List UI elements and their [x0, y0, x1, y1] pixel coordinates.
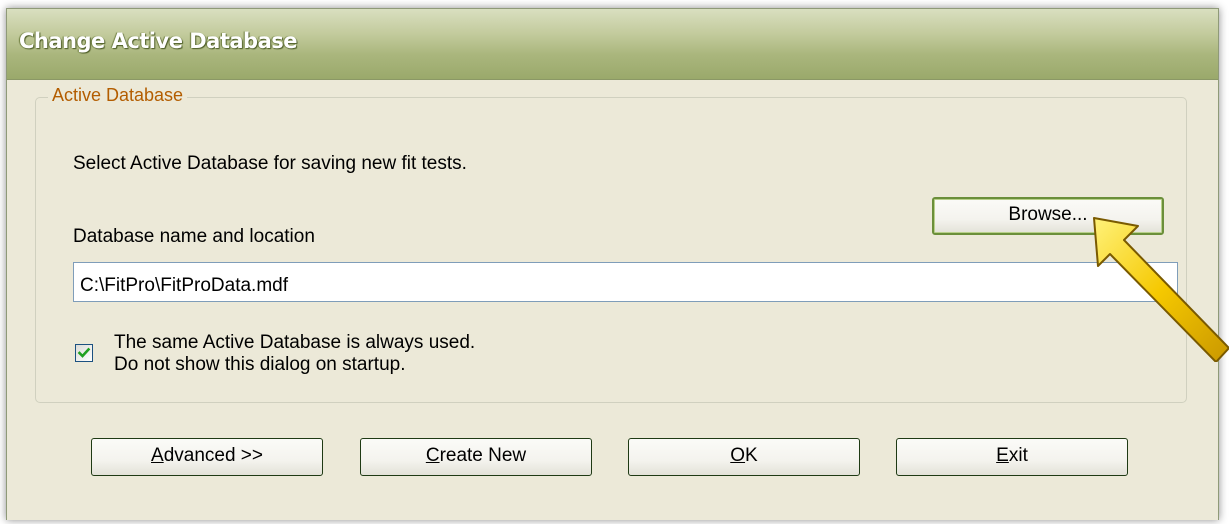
database-location-label: Database name and location	[73, 226, 315, 247]
create-new-mnemonic: C	[425, 445, 440, 466]
exit-label-rest: xit	[1008, 445, 1028, 466]
create-new-button[interactable]: Create New	[360, 438, 592, 476]
ok-mnemonic: O	[730, 445, 746, 466]
checkmark-icon	[77, 347, 91, 358]
checkbox-label-line2: Do not show this dialog on startup.	[114, 354, 406, 375]
create-new-label-rest: reate New	[439, 445, 527, 466]
advanced-button[interactable]: Advanced >>	[91, 438, 323, 476]
exit-button[interactable]: Exit	[896, 438, 1128, 476]
ok-label-rest: K	[745, 445, 758, 466]
dialog-title: Change Active Database	[19, 29, 298, 53]
ok-button[interactable]: OK	[628, 438, 860, 476]
advanced-mnemonic: A	[151, 445, 164, 466]
title-bar[interactable]: Change Active Database	[7, 9, 1218, 80]
browse-button[interactable]: Browse...	[932, 197, 1164, 235]
exit-mnemonic: E	[996, 445, 1009, 466]
group-legend: Active Database	[48, 85, 188, 106]
database-path-input[interactable]	[73, 262, 1178, 302]
advanced-label-rest: dvanced >>	[163, 445, 263, 466]
checkbox-label-line1: The same Active Database is always used.	[114, 332, 476, 353]
always-use-database-checkbox[interactable]	[75, 344, 93, 362]
instruction-text: Select Active Database for saving new fi…	[73, 153, 467, 174]
